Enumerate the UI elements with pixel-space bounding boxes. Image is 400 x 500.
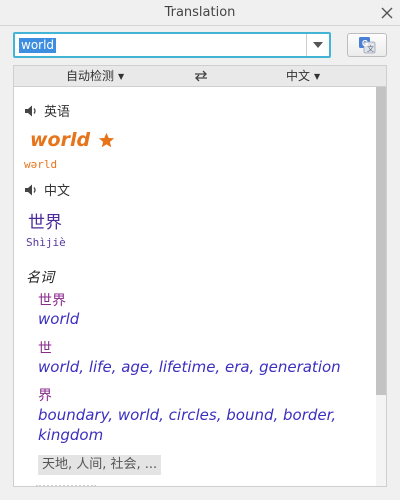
speaker-icon[interactable]: [24, 104, 38, 118]
history-dropdown-button[interactable]: [306, 34, 329, 56]
source-language-name: 英语: [44, 105, 71, 120]
sense-zh: 世: [38, 341, 52, 357]
chevron-down-icon: [313, 42, 323, 48]
google-translate-icon: G 文: [359, 37, 376, 54]
translate-button[interactable]: G 文: [347, 33, 387, 57]
window-title: Translation: [164, 5, 236, 20]
source-language-label: 自动检测: [66, 69, 115, 83]
part-of-speech: 名词: [26, 270, 54, 286]
sense-zh: 界: [38, 388, 52, 404]
headword: world: [30, 129, 91, 151]
scrollbar[interactable]: [376, 87, 386, 486]
sense-en: boundary, world, circles, bound, border,: [38, 406, 337, 424]
sense-en: kingdom: [38, 426, 104, 444]
svg-text:文: 文: [367, 44, 374, 53]
sense-en: world, life, age, lifetime, era, generat…: [38, 358, 341, 376]
search-box: world: [13, 32, 331, 58]
headword-phonetic: wərld: [24, 158, 58, 171]
sense-zh: 世界: [38, 293, 66, 309]
translation-result-panel: 英语 world wərld 中文 世界 Shìjiè 名词 世界 world …: [13, 87, 387, 487]
search-input[interactable]: [17, 35, 307, 55]
swap-languages-button[interactable]: [192, 67, 210, 85]
title-bar: Translation: [0, 0, 400, 26]
target-language-select[interactable]: 中文 ▼: [286, 66, 320, 86]
chevron-down-icon: ▼: [314, 72, 321, 81]
chevron-down-icon: ▼: [118, 72, 125, 81]
next-section-hint: [36, 485, 96, 486]
close-icon: [381, 7, 393, 19]
pinyin: Shìjiè: [26, 236, 66, 249]
scrollbar-thumb[interactable]: [376, 87, 386, 395]
more-translations-chip: 天地, 人间, 社会, ...: [38, 455, 162, 475]
star-icon[interactable]: [98, 132, 115, 149]
source-language-row: 英语: [24, 101, 70, 120]
target-language-row: 中文: [24, 180, 70, 199]
main-translation: 世界: [28, 213, 62, 233]
swap-arrows-icon: [195, 70, 207, 82]
speaker-icon[interactable]: [24, 183, 38, 197]
target-language-name: 中文: [44, 184, 71, 199]
source-language-select[interactable]: 自动检测 ▼: [66, 66, 124, 86]
headword-row: world: [30, 129, 115, 151]
language-bar: 自动检测 ▼ 中文 ▼: [13, 65, 387, 87]
more-translations[interactable]: 天地, 人间, 社会, ...: [38, 453, 162, 475]
sense-en: world: [38, 310, 80, 328]
target-language-label: 中文: [286, 69, 311, 83]
close-button[interactable]: [378, 4, 396, 22]
